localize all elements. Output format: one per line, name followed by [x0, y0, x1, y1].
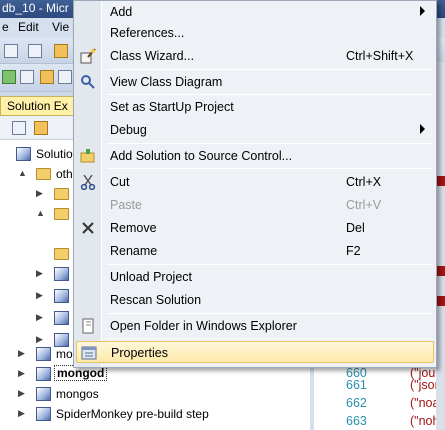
tree-row-spidermonkey[interactable]: ▶ SpiderMonkey pre-build step [0, 404, 310, 424]
project-icon [54, 289, 69, 303]
expand-arrow-icon[interactable]: ▶ [36, 290, 43, 301]
menu-item-paste[interactable]: Paste Ctrl+V [76, 194, 434, 216]
menu-item-open-folder[interactable]: Open Folder in Windows Explorer [76, 315, 434, 337]
toolbar-icon-4[interactable] [58, 70, 72, 84]
expand-arrow-icon[interactable]: ▶ [36, 268, 43, 279]
menu-item-unload-project[interactable]: Unload Project [76, 266, 434, 288]
folder-icon [54, 248, 69, 260]
line-number: 661 [346, 378, 367, 392]
add-item-icon[interactable] [28, 44, 42, 58]
solution-explorer-title[interactable]: Solution Ex [0, 96, 80, 116]
show-all-files-icon[interactable] [34, 121, 48, 135]
line-number: 663 [346, 414, 367, 428]
toolbar-icon-2[interactable] [20, 70, 34, 84]
menu-separator [106, 338, 432, 339]
checkmark-icon[interactable] [2, 70, 16, 84]
edge-marker [437, 266, 445, 276]
open-folder-icon [82, 318, 94, 334]
line-number: 662 [346, 396, 367, 410]
folder-icon [54, 208, 69, 220]
menu-item-remove[interactable]: Remove Del [76, 217, 434, 239]
project-icon [54, 267, 69, 281]
source-control-icon [80, 149, 95, 163]
submenu-arrow-icon [420, 6, 425, 16]
menu-separator [106, 264, 432, 265]
project-icon [36, 407, 51, 421]
expand-arrow-icon[interactable]: ▶ [36, 188, 43, 199]
menu-item-add-to-source-control[interactable]: Add Solution to Source Control... [76, 145, 434, 167]
menu-item-debug[interactable]: Debug [76, 119, 434, 141]
menu-file[interactable]: e [2, 20, 9, 34]
class-wizard-icon [80, 48, 96, 64]
toolbar-icon-3[interactable] [40, 70, 54, 84]
new-project-icon[interactable] [4, 44, 18, 58]
menu-item-view-class-diagram[interactable]: View Class Diagram [76, 71, 434, 93]
expand-arrow-icon[interactable]: ▶ [36, 312, 43, 323]
properties-icon [81, 346, 97, 360]
edge-marker [437, 296, 445, 306]
menu-item-references[interactable]: References... [76, 22, 434, 44]
menu-separator [106, 313, 432, 314]
remove-x-icon [82, 222, 94, 234]
project-icon [36, 387, 51, 401]
menu-item-set-startup[interactable]: Set as StartUp Project [76, 96, 434, 118]
context-menu: Add References... Class Wizard... Ctrl+S… [73, 0, 437, 368]
menu-item-properties[interactable]: Properties [76, 341, 434, 363]
expand-arrow-icon[interactable]: ▶ [18, 368, 25, 379]
menu-separator [106, 168, 432, 169]
solution-icon [16, 147, 31, 161]
menu-separator [106, 94, 432, 95]
menu-view[interactable]: Vie [52, 20, 69, 34]
tree-row-mongos[interactable]: ▶ mongos [0, 384, 310, 404]
menu-separator [106, 143, 432, 144]
editor-scroll-edge[interactable] [436, 62, 445, 430]
collapse-arrow-icon[interactable]: ▲ [18, 168, 27, 178]
open-icon[interactable] [54, 44, 68, 58]
project-icon [36, 347, 51, 361]
menu-item-rescan-solution[interactable]: Rescan Solution [76, 289, 434, 311]
solution-explorer-toolbar [0, 116, 80, 140]
expand-arrow-icon[interactable]: ▶ [18, 408, 25, 419]
folder-icon [54, 188, 69, 200]
project-icon [36, 367, 51, 381]
menu-item-add[interactable]: Add [76, 1, 434, 23]
menu-separator [106, 69, 432, 70]
project-icon [54, 311, 69, 325]
code-line: 661 ("json [346, 378, 442, 392]
folder-icon [36, 168, 51, 180]
submenu-arrow-icon [420, 124, 425, 134]
menu-item-class-wizard[interactable]: Class Wizard... Ctrl+Shift+X [76, 45, 434, 67]
scissors-icon [80, 174, 96, 190]
menu-item-cut[interactable]: Cut Ctrl+X [76, 171, 434, 193]
edge-marker [437, 176, 445, 186]
class-diagram-icon [81, 75, 95, 89]
menu-edit[interactable]: Edit [18, 20, 39, 34]
expand-arrow-icon[interactable]: ▶ [18, 348, 25, 359]
code-line: 662 ("noa [346, 396, 440, 410]
properties-toolbar-icon[interactable] [12, 121, 26, 135]
menu-item-rename[interactable]: Rename F2 [76, 240, 434, 262]
expand-arrow-icon[interactable]: ▶ [18, 388, 25, 399]
code-line: 663 ("noh [346, 414, 440, 428]
collapse-arrow-icon[interactable]: ▲ [36, 208, 45, 218]
